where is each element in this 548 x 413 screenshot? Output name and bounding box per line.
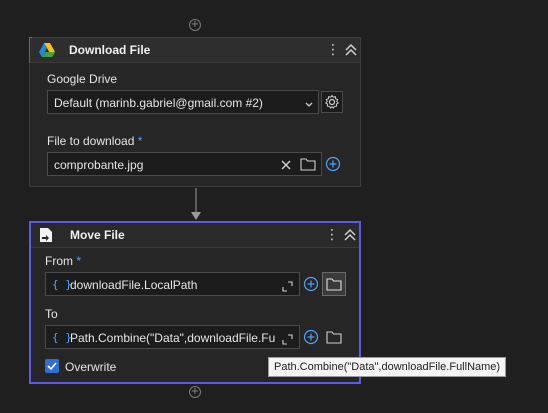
move-file-icon bbox=[39, 227, 53, 243]
move-file-title: Move File bbox=[70, 228, 125, 242]
add-activity-bottom-icon[interactable]: + bbox=[189, 386, 201, 398]
account-select[interactable]: Default (marinb.gabriel@gmail.com #2) bbox=[47, 90, 319, 114]
download-file-header[interactable]: Download File ⋮ bbox=[30, 38, 360, 63]
download-file-card: Download File ⋮ Google Drive Default (ma… bbox=[29, 37, 361, 187]
to-value-tooltip: Path.Combine("Data",downloadFile.FullNam… bbox=[268, 357, 507, 377]
from-value: downloadFile.LocalPath bbox=[70, 278, 198, 292]
chevron-down-icon[interactable] bbox=[304, 97, 314, 107]
expression-icon: { } bbox=[52, 331, 72, 344]
file-to-download-input[interactable]: comprobante.jpg bbox=[47, 152, 322, 176]
to-input[interactable]: { } Path.Combine("Data",downloadFile.Fu bbox=[45, 325, 300, 349]
collapse-icon[interactable] bbox=[344, 42, 358, 58]
google-drive-icon bbox=[39, 43, 55, 57]
folder-icon[interactable] bbox=[322, 272, 346, 296]
kebab-menu-icon[interactable]: ⋮ bbox=[325, 227, 339, 243]
move-file-header[interactable]: Move File ⋮ bbox=[31, 223, 359, 248]
to-value: Path.Combine("Data",downloadFile.Fu bbox=[70, 331, 275, 345]
file-to-download-label: File to download * bbox=[47, 134, 142, 148]
folder-icon[interactable] bbox=[300, 157, 316, 171]
kebab-menu-icon[interactable]: ⋮ bbox=[326, 42, 340, 58]
folder-icon[interactable] bbox=[323, 326, 345, 348]
overwrite-label: Overwrite bbox=[65, 360, 117, 374]
overwrite-checkbox[interactable] bbox=[45, 359, 59, 373]
google-drive-label: Google Drive bbox=[47, 72, 118, 86]
account-value: Default (marinb.gabriel@gmail.com #2) bbox=[54, 96, 263, 110]
from-label-text: From bbox=[45, 254, 73, 268]
expand-icon[interactable] bbox=[282, 279, 293, 292]
add-circle-icon[interactable] bbox=[300, 273, 322, 295]
add-activity-top-icon[interactable]: + bbox=[189, 19, 201, 31]
add-circle-icon[interactable] bbox=[300, 326, 322, 348]
expression-icon: { } bbox=[52, 278, 72, 291]
collapse-icon[interactable] bbox=[343, 227, 357, 243]
clear-icon[interactable] bbox=[280, 158, 292, 170]
add-circle-icon[interactable] bbox=[322, 153, 344, 175]
required-mark: * bbox=[137, 134, 143, 148]
file-label-text: File to download bbox=[47, 134, 135, 148]
download-file-title: Download File bbox=[69, 43, 151, 57]
from-label: From * bbox=[45, 254, 81, 268]
settings-icon[interactable] bbox=[321, 91, 343, 113]
expand-icon[interactable] bbox=[282, 332, 293, 345]
to-label: To bbox=[45, 307, 58, 321]
from-input[interactable]: { } downloadFile.LocalPath bbox=[45, 272, 300, 296]
connector-arrow bbox=[190, 188, 202, 222]
required-mark: * bbox=[76, 254, 82, 268]
file-value: comprobante.jpg bbox=[54, 158, 144, 172]
